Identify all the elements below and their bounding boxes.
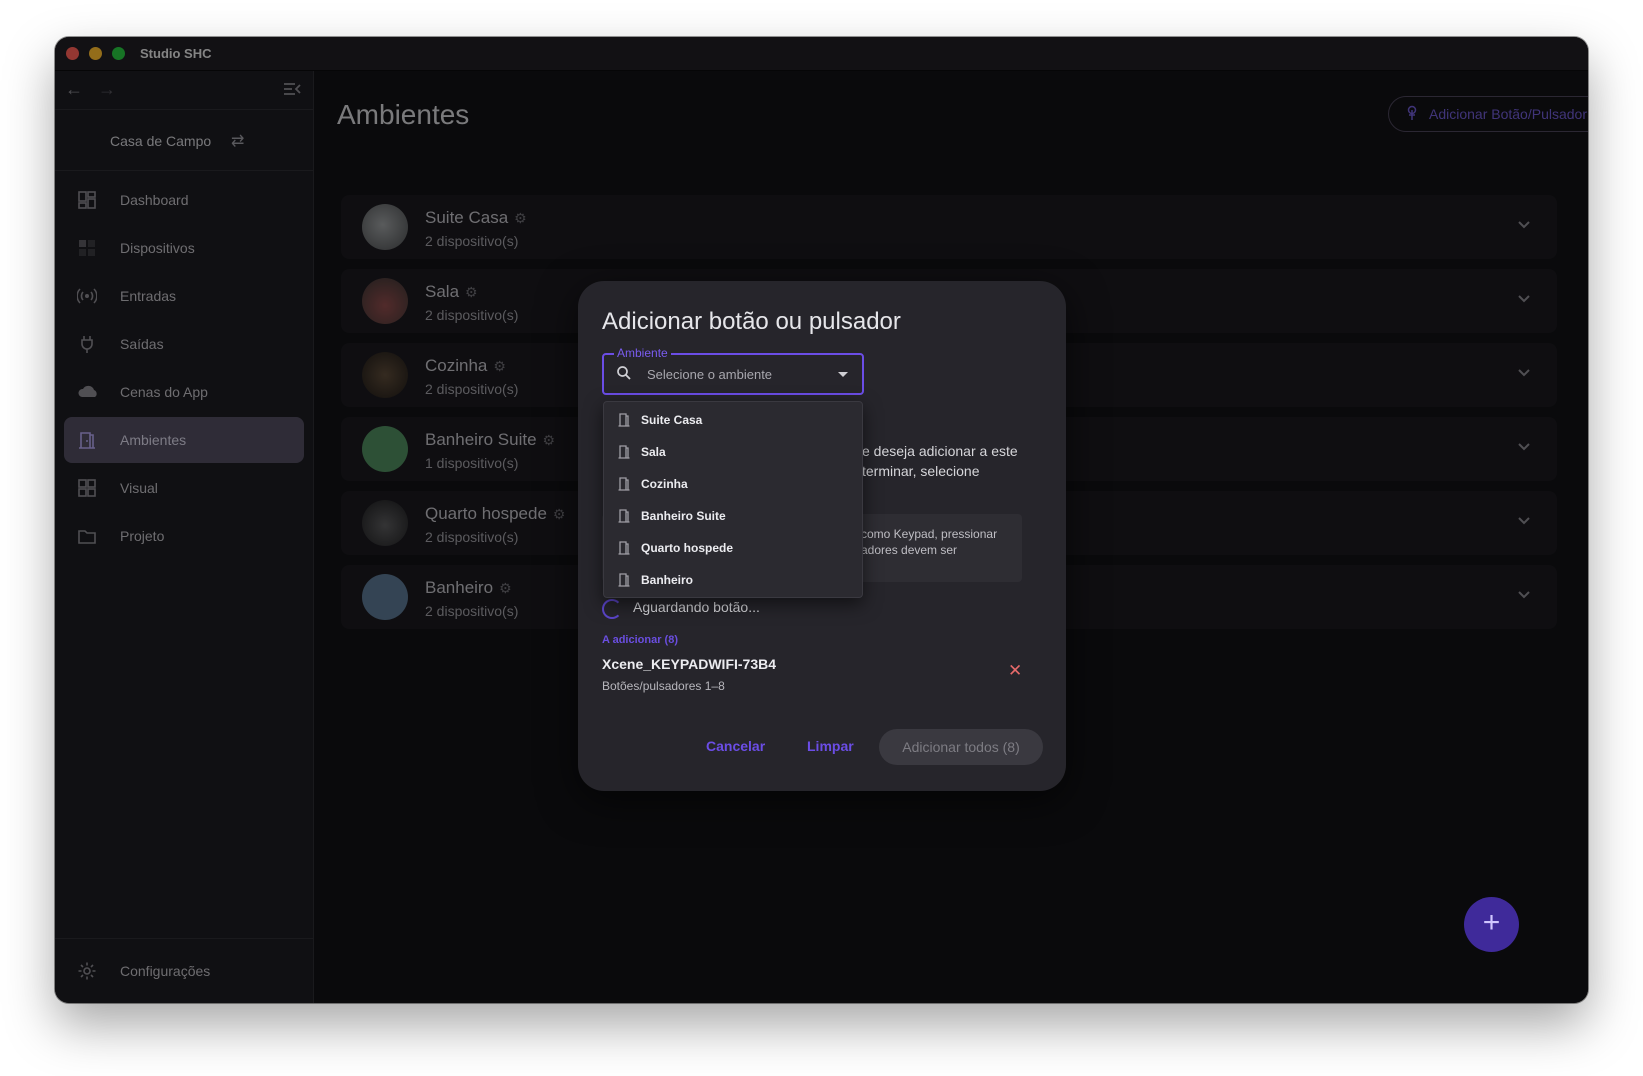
instructions-text: terminar, selecione — [862, 463, 980, 479]
dropdown-option-label: Banheiro Suite — [641, 509, 726, 523]
instructions-text: e deseja adicionar a este — [862, 443, 1018, 459]
dropdown-option[interactable]: Quarto hospede — [604, 532, 862, 564]
dialog-title: Adicionar botão ou pulsador — [602, 308, 901, 335]
remove-device-icon[interactable]: ✕ — [1008, 661, 1022, 681]
cancel-button[interactable]: Cancelar — [706, 738, 765, 754]
loading-spinner-icon — [602, 599, 622, 619]
caret-down-icon[interactable] — [838, 372, 848, 377]
dropdown-option-label: Sala — [641, 445, 666, 459]
search-icon — [617, 366, 631, 380]
clear-button[interactable]: Limpar — [807, 738, 854, 754]
room-select-placeholder: Selecione o ambiente — [647, 367, 773, 382]
add-fab-button[interactable]: + — [1464, 897, 1519, 952]
room-select[interactable]: Ambiente Selecione o ambiente — [602, 346, 864, 395]
dropdown-option[interactable]: Banheiro Suite — [604, 500, 862, 532]
info-text: como Keypad, pressionar — [861, 527, 998, 541]
door-icon — [618, 413, 630, 427]
info-text: adores devem ser — [861, 543, 958, 557]
door-icon — [618, 509, 630, 523]
dropdown-option-label: Banheiro — [641, 573, 694, 587]
room-dropdown: Suite Casa Sala Cozinha Banheiro Suite Q… — [603, 401, 863, 598]
device-buttons: Botões/pulsadores 1–8 — [602, 679, 725, 693]
room-select-label: Ambiente — [614, 346, 671, 360]
device-name: Xcene_KEYPADWIFI-73B4 — [602, 656, 777, 672]
door-icon — [618, 573, 630, 587]
dropdown-option[interactable]: Banheiro — [604, 564, 862, 596]
door-icon — [618, 477, 630, 491]
door-icon — [618, 445, 630, 459]
dropdown-option[interactable]: Cozinha — [604, 468, 862, 500]
dropdown-option-label: Quarto hospede — [641, 541, 734, 555]
door-icon — [618, 541, 630, 555]
dropdown-option[interactable]: Sala — [604, 436, 862, 468]
to-add-header: A adicionar (8) — [602, 634, 678, 646]
dropdown-option-label: Suite Casa — [641, 413, 703, 427]
waiting-status: Aguardando botão... — [633, 599, 760, 615]
dropdown-option-label: Cozinha — [641, 477, 688, 491]
add-all-button[interactable]: Adicionar todos (8) — [879, 729, 1043, 765]
dropdown-option[interactable]: Suite Casa — [604, 404, 862, 436]
